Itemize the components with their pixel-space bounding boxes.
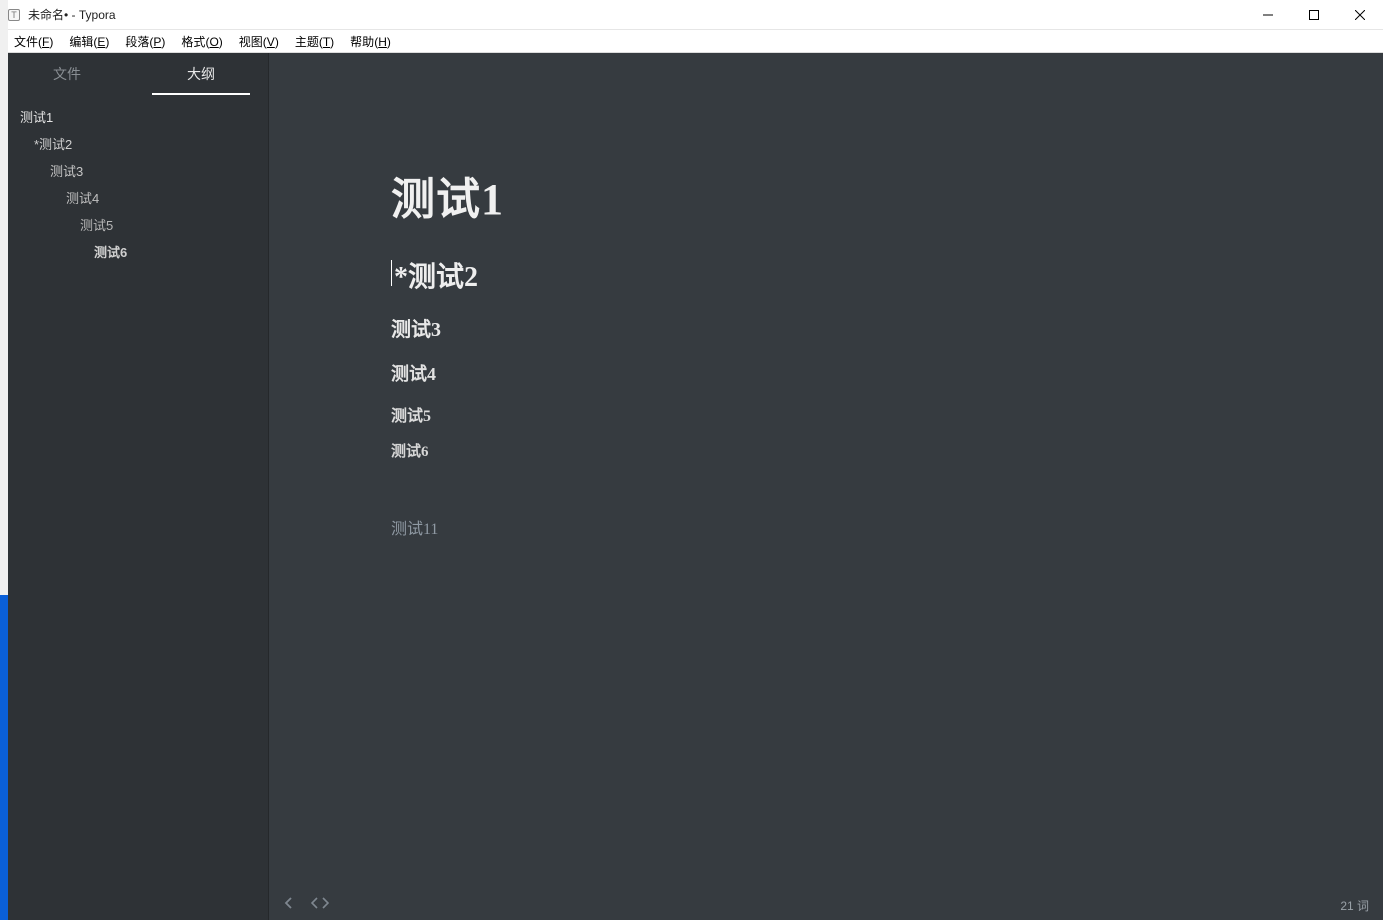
menu-help[interactable]: 帮助(H) [342, 31, 399, 52]
menu-format[interactable]: 格式(O) [173, 31, 230, 52]
heading-5[interactable]: 测试5 [391, 402, 1323, 426]
minimize-button[interactable] [1245, 0, 1291, 30]
heading-3[interactable]: 测试3 [391, 313, 1323, 342]
outline-item[interactable]: 测试3 [0, 157, 268, 184]
scrollbar[interactable] [1371, 53, 1381, 890]
maximize-button[interactable] [1291, 0, 1337, 30]
menu-view[interactable]: 视图(V) [231, 31, 287, 52]
heading-2[interactable]: *测试2 [391, 255, 1323, 295]
menu-file[interactable]: 文件(F) [6, 31, 61, 52]
sidebar-tabs: 文件 大纲 [0, 53, 268, 95]
tab-files[interactable]: 文件 [0, 53, 134, 95]
toggle-sidebar-icon[interactable] [283, 896, 295, 914]
menu-theme[interactable]: 主题(T) [287, 31, 342, 52]
editor-area[interactable]: 测试1 *测试2 测试3 测试4 测试5 测试6 测试11 [269, 53, 1383, 920]
paragraph[interactable]: 测试11 [391, 515, 1323, 539]
heading-4[interactable]: 测试4 [391, 360, 1323, 386]
crop-edge [0, 0, 8, 920]
menu-para[interactable]: 段落(P) [117, 31, 173, 52]
source-code-icon[interactable] [311, 896, 329, 914]
window-title: 未命名• - Typora [28, 6, 116, 23]
menubar: 文件(F) 编辑(E) 段落(P) 格式(O) 视图(V) 主题(T) 帮助(H… [0, 30, 1383, 53]
outline-item[interactable]: 测试4 [0, 184, 268, 211]
titlebar: T 未命名• - Typora [0, 0, 1383, 30]
statusbar: 21 词 [269, 890, 1383, 920]
main-area: 文件 大纲 测试1 *测试2 测试3 测试4 测试5 测试6 测试1 *测试2 … [0, 53, 1383, 920]
text-cursor [391, 260, 392, 286]
outline-item[interactable]: *测试2 [0, 130, 268, 157]
close-button[interactable] [1337, 0, 1383, 30]
outline-item[interactable]: 测试6 [0, 238, 268, 265]
outline-item[interactable]: 测试1 [0, 103, 268, 130]
tab-outline[interactable]: 大纲 [134, 53, 268, 95]
heading-1[interactable]: 测试1 [391, 163, 1323, 227]
word-count[interactable]: 21 词 [1340, 897, 1369, 914]
heading-6[interactable]: 测试6 [391, 440, 1323, 461]
sidebar: 文件 大纲 测试1 *测试2 测试3 测试4 测试5 测试6 [0, 53, 269, 920]
menu-edit[interactable]: 编辑(E) [61, 31, 117, 52]
outline-item[interactable]: 测试5 [0, 211, 268, 238]
outline-panel: 测试1 *测试2 测试3 测试4 测试5 测试6 [0, 95, 268, 920]
